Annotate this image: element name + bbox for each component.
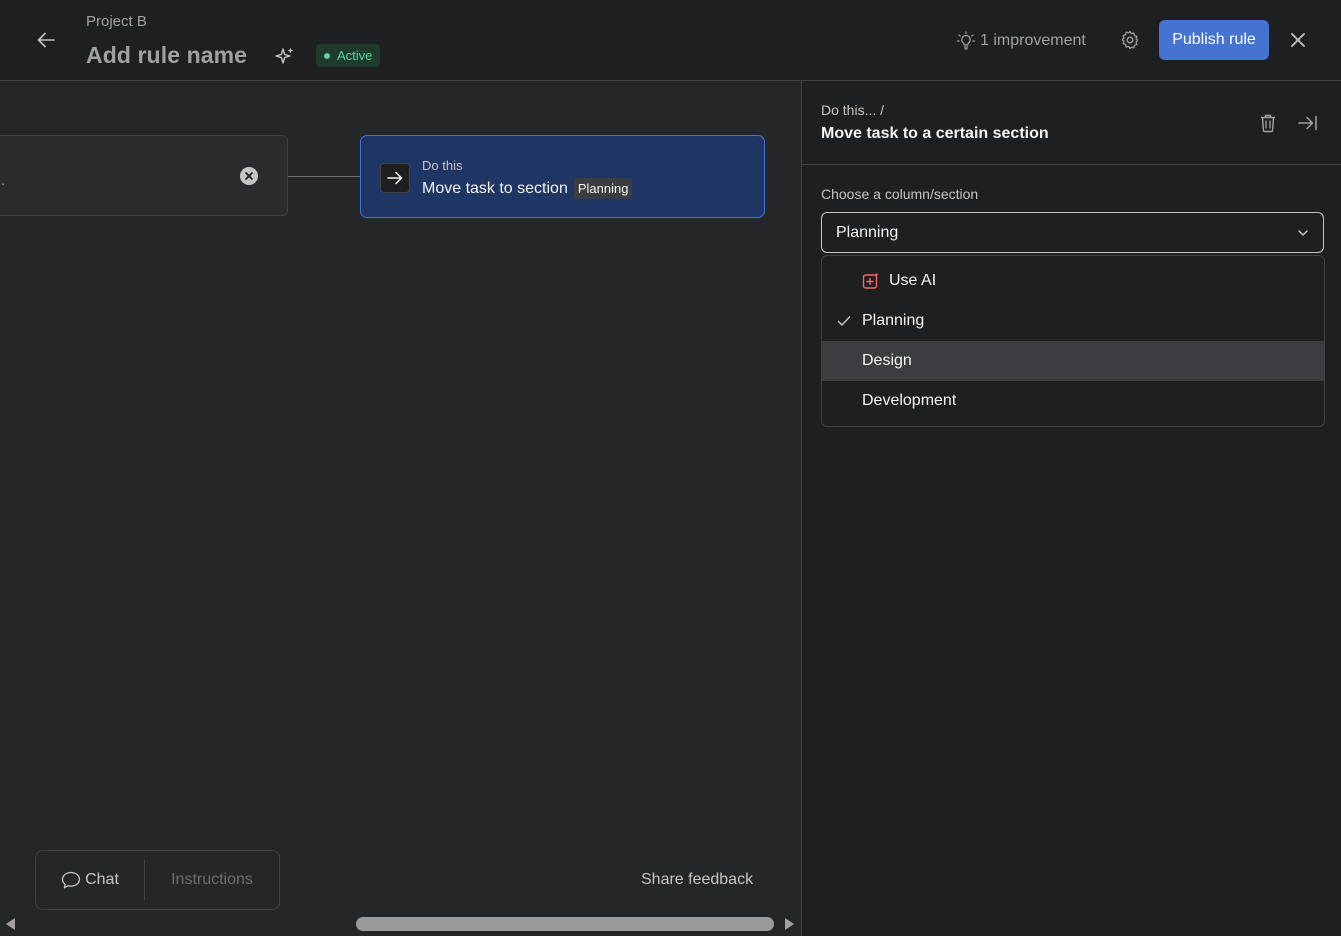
section-dropdown-menu: Use AI Planning Design Development — [821, 255, 1325, 427]
project-name[interactable]: Project B — [86, 13, 147, 30]
status-label: Active — [337, 48, 373, 63]
trash-icon — [1261, 114, 1275, 133]
arrow-right-icon — [387, 171, 403, 185]
chevron-down-icon — [1297, 229, 1309, 237]
delete-action-button[interactable] — [1256, 111, 1280, 135]
improvements-button[interactable]: 1 improvement — [956, 28, 1086, 54]
scroll-left-button[interactable] — [4, 915, 18, 933]
back-button[interactable] — [30, 24, 62, 56]
close-icon — [1291, 33, 1305, 47]
tab-instructions[interactable]: Instructions — [145, 851, 279, 909]
gear-icon — [1121, 30, 1139, 50]
menu-item-label: Planning — [862, 312, 925, 329]
triangle-left-icon — [6, 918, 15, 930]
remove-trigger-button[interactable] — [240, 167, 258, 185]
rule-name-input[interactable]: Add rule name — [86, 42, 247, 69]
section-select[interactable]: Planning — [821, 212, 1324, 253]
checkmark-icon — [836, 313, 852, 329]
status-dot-icon — [324, 52, 330, 59]
tab-chat[interactable]: Chat — [36, 851, 144, 909]
chat-instructions-toggle: Chat Instructions — [35, 850, 280, 910]
panel-header: Do this... / Move task to a certain sect… — [802, 81, 1341, 165]
close-button[interactable] — [1285, 27, 1311, 53]
tab-chat-label: Chat — [85, 871, 119, 888]
rule-canvas[interactable]: . Do this Move task to section Planning … — [0, 81, 801, 936]
collapse-panel-button[interactable] — [1296, 111, 1320, 135]
lightbulb-icon — [956, 31, 976, 50]
connector-line — [288, 176, 360, 177]
menu-item-label: Development — [862, 392, 957, 409]
trigger-card[interactable]: . — [0, 135, 288, 216]
settings-button[interactable] — [1117, 27, 1143, 53]
action-caption: Do this — [422, 158, 463, 173]
trigger-text: . — [1, 172, 5, 188]
menu-item-label: Design — [862, 352, 912, 369]
ai-sparkle-icon — [862, 272, 880, 290]
horizontal-scrollbar-thumb[interactable] — [356, 917, 774, 931]
sparkle-icon — [275, 47, 294, 64]
status-badge: Active — [316, 44, 381, 67]
menu-item-planning[interactable]: Planning — [822, 301, 1324, 341]
menu-item-design[interactable]: Design — [822, 341, 1324, 381]
breadcrumb[interactable]: Do this... / — [821, 102, 884, 118]
action-icon-box — [380, 163, 410, 193]
scroll-right-button[interactable] — [782, 915, 796, 933]
header-bar: Project B Add rule name Active 1 improve… — [0, 0, 1341, 81]
chat-bubble-icon — [61, 871, 81, 889]
ai-sparkle-button[interactable] — [272, 43, 298, 69]
collapse-right-icon — [1298, 115, 1317, 131]
triangle-right-icon — [785, 918, 794, 930]
menu-item-label: Use AI — [889, 272, 937, 289]
action-details-panel: Do this... / Move task to a certain sect… — [801, 81, 1341, 936]
menu-item-development[interactable]: Development — [822, 381, 1324, 421]
field-label: Choose a column/section — [821, 186, 979, 202]
improvements-label: 1 improvement — [980, 32, 1086, 49]
section-select-value: Planning — [836, 223, 899, 241]
action-title-text: Move task to section — [422, 179, 568, 197]
action-card[interactable]: Do this Move task to section Planning — [360, 135, 765, 218]
panel-title: Move task to a certain section — [821, 125, 1049, 142]
action-title: Move task to section Planning — [422, 178, 633, 199]
close-icon — [245, 172, 253, 180]
section-chip: Planning — [573, 178, 633, 199]
publish-rule-button[interactable]: Publish rule — [1159, 20, 1269, 60]
share-feedback-link[interactable]: Share feedback — [641, 871, 753, 889]
arrow-left-icon — [37, 32, 55, 48]
menu-item-use-ai[interactable]: Use AI — [822, 261, 1324, 301]
